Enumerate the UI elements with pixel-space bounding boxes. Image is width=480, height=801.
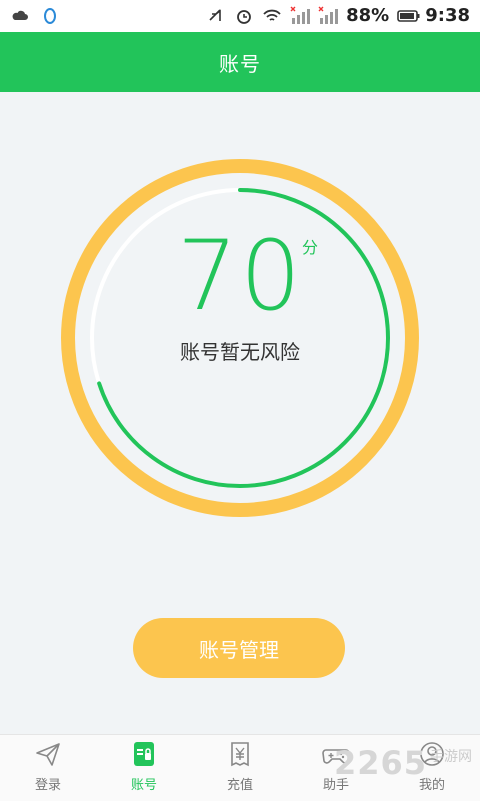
tab-label: 登录 (34, 778, 61, 793)
account-card-icon (130, 740, 158, 768)
tab-recharge[interactable]: 充值 (192, 735, 288, 801)
yen-receipt-icon (226, 740, 254, 768)
page-title: 账号 (219, 51, 261, 76)
score-display: 70 分 (60, 228, 420, 324)
site-watermark: 2265 手游网 (330, 742, 480, 792)
battery-percent: 88% (346, 5, 390, 26)
paper-plane-icon (34, 740, 62, 768)
status-left (10, 6, 60, 26)
signal-icon (290, 6, 311, 26)
battery-icon (397, 6, 420, 26)
clock-time: 9:38 (425, 5, 470, 26)
tab-account[interactable]: 账号 (96, 735, 192, 801)
signal-icon-2 (318, 6, 339, 26)
status-bar: 88% 9:38 (0, 0, 480, 32)
alarm-icon (234, 6, 254, 26)
risk-status: 账号暂无风险 (180, 340, 300, 364)
status-right: 88% 9:38 (206, 5, 470, 26)
account-manage-button[interactable]: 账号管理 (133, 618, 345, 678)
watermark-site-name: 手游网 (430, 749, 472, 765)
score-ring: 70 分 账号暂无风险 (60, 158, 420, 518)
score-value: 70 (176, 220, 304, 332)
score-unit: 分 (302, 238, 319, 257)
header-bar: 账号 (0, 32, 480, 92)
watermark-logo-text: 2265 (334, 744, 428, 782)
tab-label: 充值 (226, 778, 253, 793)
wifi-icon (262, 6, 282, 26)
qq-icon (40, 6, 60, 26)
mute-icon (206, 6, 226, 26)
cloud-icon (10, 6, 30, 26)
tab-label: 账号 (130, 778, 157, 793)
tab-login[interactable]: 登录 (0, 735, 96, 801)
